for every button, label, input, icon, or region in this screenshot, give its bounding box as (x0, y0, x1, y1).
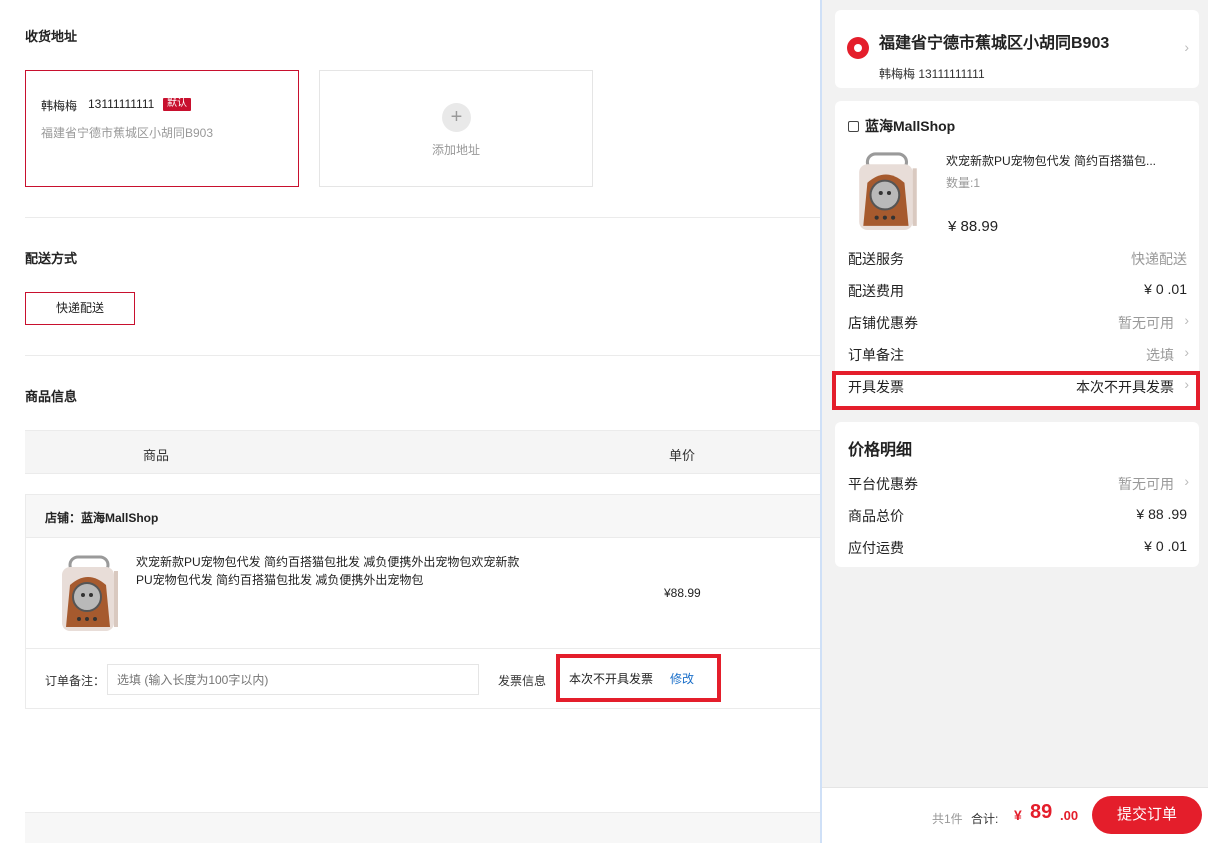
column-header-product: 商品 (143, 448, 170, 463)
chevron-right-icon: › (1184, 344, 1189, 360)
order-note-label: 订单备注： (45, 674, 106, 688)
price-detail-title: 价格明细 (848, 442, 913, 459)
shop-icon (848, 121, 859, 132)
checkout-footer: 共1件 合计: ¥ 89 .00 提交订单 (822, 787, 1208, 843)
order-summary-panel: 福建省宁德市蕉城区小胡同B903 韩梅梅 13111111111 › 蓝海Mal… (820, 0, 1208, 843)
summary-product-price: ¥ 88.99 (948, 218, 999, 235)
shop-summary-card: 蓝海MallShop 欢宠新款PU宠物包代发 简约百搭猫包... 数量:1 ¥ … (832, 101, 1200, 410)
chevron-right-icon: › (1184, 39, 1189, 55)
total-integer: 89 (1030, 801, 1053, 823)
divider (25, 217, 820, 218)
shipping-payable-value: ¥ 0 .01 (1144, 538, 1187, 554)
goods-total-label: 商品总价 (848, 508, 904, 524)
add-address-label: 添加地址 (431, 143, 480, 157)
order-note-row[interactable]: 订单备注 选填 › (835, 338, 1199, 370)
delivery-service-value: 快递配送 (1131, 251, 1187, 267)
invoice-highlight-box: 本次不开具发票 修改 (556, 654, 721, 702)
goods-total-value: ¥ 88 .99 (1136, 506, 1187, 522)
shop-coupon-row[interactable]: 店铺优惠券 暂无可用 › (835, 306, 1199, 338)
goods-section-title: 商品信息 (25, 389, 78, 404)
address-phone: 13111111111 (88, 97, 155, 111)
order-main-panel: 收货地址 韩梅梅 13111111111 默认 福建省宁德市蕉城区小胡同B903… (0, 0, 820, 843)
shipping-section-title: 配送方式 (25, 251, 78, 266)
submit-order-button[interactable]: 提交订单 (1092, 796, 1202, 834)
total-currency: ¥ (1014, 807, 1022, 823)
summary-address-title: 福建省宁德市蕉城区小胡同B903 (879, 35, 1110, 52)
divider (25, 355, 820, 356)
summary-address-contact: 韩梅梅 13111111111 (879, 67, 985, 81)
delivery-fee-row: 配送费用 ¥ 0 .01 (835, 274, 1199, 306)
shipping-payable-label: 应付运费 (848, 540, 904, 556)
invoice-highlight-box (832, 371, 1200, 410)
summary-order-note-label: 订单备注 (848, 347, 904, 363)
summary-shop-name-text: 蓝海MallShop (865, 118, 956, 134)
delivery-fee-label: 配送费用 (848, 283, 904, 299)
address-name: 韩梅梅 (41, 99, 78, 113)
platform-coupon-label: 平台优惠券 (848, 476, 918, 492)
price-detail-card: 价格明细 平台优惠券 暂无可用 › 商品总价 ¥ 88 .99 应付运费 ¥ 0… (835, 422, 1199, 567)
delivery-service-label: 配送服务 (848, 251, 904, 267)
default-badge: 默认 (163, 98, 191, 111)
summary-shop-name: 蓝海MallShop (848, 116, 955, 136)
total-decimal: .00 (1060, 808, 1079, 823)
address-section-title: 收货地址 (25, 29, 78, 44)
shop-order-group: 店铺：蓝海MallShop 欢宠新款PU宠物包代发 简约百搭猫包批发 减负便携外… (25, 494, 820, 709)
shop-header: 店铺：蓝海MallShop (26, 495, 820, 538)
summary-product-title[interactable]: 欢宠新款PU宠物包代发 简约百搭猫包... (946, 152, 1186, 169)
column-header-unit-price: 单价 (669, 448, 696, 463)
invoice-value: 本次不开具发票 (569, 672, 654, 686)
total-label: 合计: (971, 812, 999, 826)
delivery-service-row: 配送服务 快递配送 (835, 242, 1199, 274)
goods-total-row: 商品总价 ¥ 88 .99 (835, 499, 1199, 531)
shop-coupon-value: 暂无可用 (1118, 315, 1174, 331)
invoice-label: 发票信息 (498, 674, 547, 688)
location-pin-icon (847, 37, 869, 59)
product-unit-price: ¥88.99 (664, 586, 701, 600)
product-thumbnail[interactable] (56, 555, 126, 635)
add-address-card[interactable]: + 添加地址 (319, 70, 593, 187)
goods-table-header: 商品 单价 (25, 430, 820, 474)
invoice-edit-link[interactable]: 修改 (670, 670, 694, 687)
platform-coupon-row[interactable]: 平台优惠券 暂无可用 › (835, 467, 1199, 499)
address-summary-card[interactable]: 福建省宁德市蕉城区小胡同B903 韩梅梅 13111111111 › (835, 10, 1199, 88)
address-card-selected[interactable]: 韩梅梅 13111111111 默认 福建省宁德市蕉城区小胡同B903 (25, 70, 299, 187)
platform-coupon-value: 暂无可用 (1118, 476, 1174, 492)
divider (26, 648, 820, 649)
plus-icon: + (442, 103, 471, 132)
order-note-input[interactable] (107, 664, 479, 695)
bottom-bar (25, 812, 820, 843)
shop-coupon-label: 店铺优惠券 (848, 315, 918, 331)
summary-order-note-value: 选填 (1146, 347, 1174, 363)
chevron-right-icon: › (1184, 473, 1189, 489)
item-count: 共1件 (932, 812, 963, 826)
summary-product-thumbnail[interactable] (853, 151, 925, 235)
product-title[interactable]: 欢宠新款PU宠物包代发 简约百搭猫包批发 减负便携外出宠物包欢宠新款PU宠物包代… (136, 553, 521, 589)
shop-name: 店铺：蓝海MallShop (45, 511, 159, 525)
delivery-fee-value: ¥ 0 .01 (1144, 281, 1187, 297)
shipping-payable-row: 应付运费 ¥ 0 .01 (835, 531, 1199, 563)
shipping-option-express[interactable]: 快递配送 (25, 292, 135, 325)
chevron-right-icon: › (1184, 312, 1189, 328)
address-detail: 福建省宁德市蕉城区小胡同B903 (41, 126, 214, 140)
summary-product-quantity: 数量:1 (946, 176, 981, 190)
